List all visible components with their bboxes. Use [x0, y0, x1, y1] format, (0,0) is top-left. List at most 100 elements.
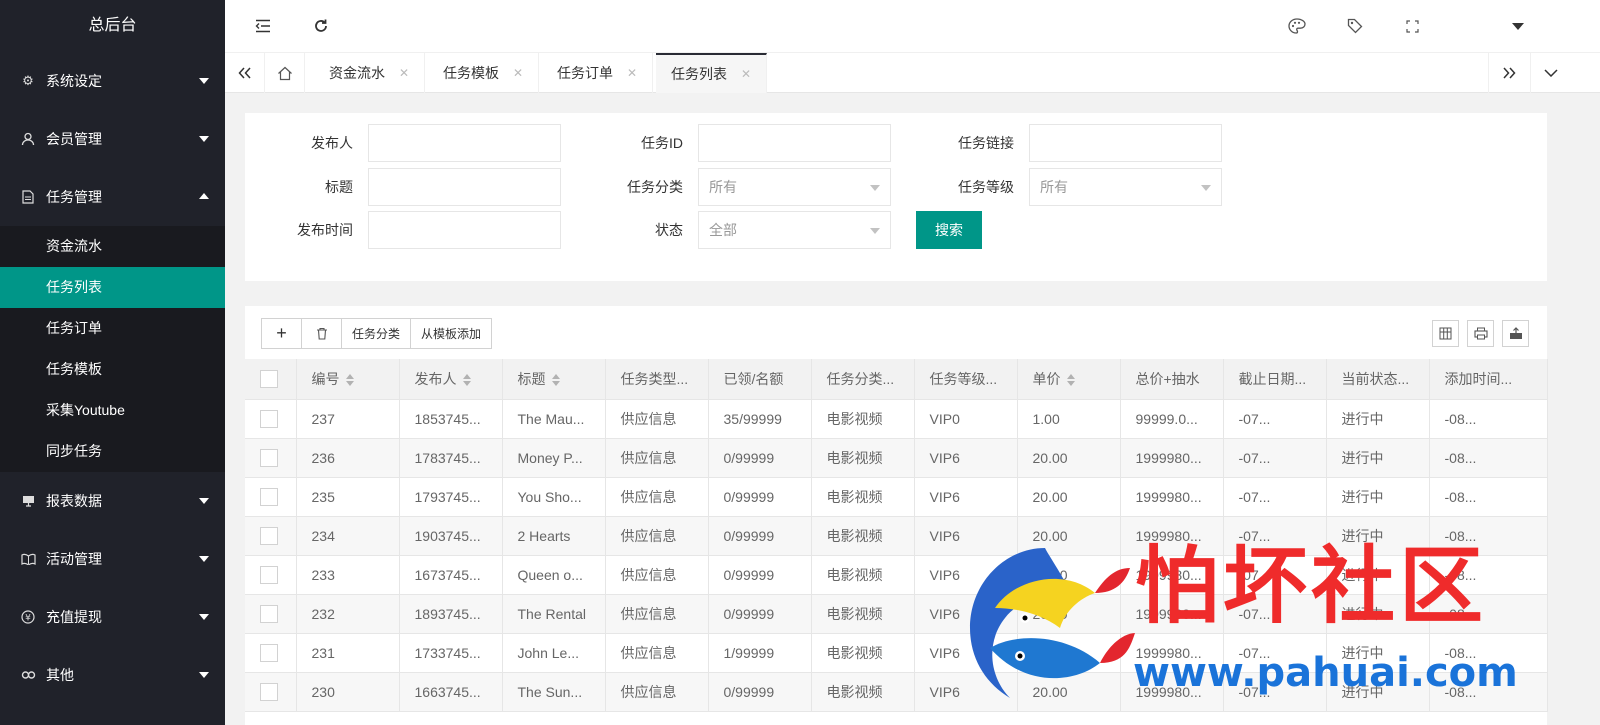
row-checkbox[interactable]	[260, 526, 278, 545]
sidebar-item-activities[interactable]: 活动管理	[0, 530, 225, 588]
table-row[interactable]: 233 1673745... Queen o... 供应信息 0/99999 电影视频 VI…	[245, 555, 1548, 595]
sidebar-item-system-settings[interactable]: ⚙ 系统设定	[0, 52, 225, 110]
table-row[interactable]: 234 1903745... 2 Hearts 供应信息 0/99999 电影视频 VIP6…	[245, 516, 1548, 556]
select-all-checkbox[interactable]	[260, 369, 278, 388]
sidebar-item-task-management[interactable]: 任务管理	[0, 168, 225, 226]
column-label: 添加时间...	[1444, 370, 1513, 387]
tab-task-orders[interactable]: 任务订单 ✕	[542, 53, 654, 93]
search-button[interactable]: 搜索	[916, 211, 982, 249]
columns-filter-button[interactable]	[1432, 320, 1459, 347]
table-cell: -08...	[1429, 399, 1548, 439]
row-checkbox[interactable]	[260, 604, 278, 623]
tab-home[interactable]	[265, 53, 305, 93]
row-checkbox[interactable]	[260, 409, 278, 428]
tabs-scroll-left-button[interactable]	[225, 53, 265, 93]
sidebar-subitem-collect-youtube[interactable]: 采集Youtube	[0, 390, 225, 431]
column-label: 发布人	[414, 370, 457, 387]
table-row[interactable]: 232 1893745... The Rental 供应信息 0/99999 电影视频 VI…	[245, 594, 1548, 634]
column-header[interactable]: 添加时间...	[1429, 359, 1548, 400]
tab-task-list[interactable]: 任务列表 ✕	[656, 53, 768, 93]
column-header[interactable]: 编号	[296, 359, 400, 400]
sidebar-item-member-management[interactable]: 会员管理	[0, 110, 225, 168]
category-select[interactable]: 所有	[698, 168, 891, 206]
row-checkbox[interactable]	[260, 643, 278, 662]
tabs-scroll-right-button[interactable]	[1488, 53, 1528, 93]
row-checkbox[interactable]	[260, 448, 278, 467]
column-header[interactable]: 任务等级...	[914, 359, 1018, 400]
sidebar-subitem-fund-flow[interactable]: 资金流水	[0, 226, 225, 267]
row-checkbox-cell[interactable]	[245, 477, 297, 517]
table-row[interactable]: 230 1663745... The Sun... 供应信息 0/99999 电影视频 VI…	[245, 672, 1548, 712]
chevron-down-icon	[199, 556, 209, 562]
sort-icon[interactable]	[1066, 374, 1077, 387]
sort-icon[interactable]	[462, 374, 473, 387]
sidebar-subitem-task-list[interactable]: 任务列表	[0, 267, 225, 308]
refresh-button[interactable]	[301, 0, 341, 52]
close-icon[interactable]: ✕	[741, 67, 751, 81]
close-icon[interactable]: ✕	[513, 66, 523, 80]
table-cell: 99999.0...	[1120, 399, 1224, 439]
row-checkbox[interactable]	[260, 682, 278, 701]
tabs-menu-button[interactable]	[1530, 53, 1570, 93]
publish-time-label: 发布时间	[297, 222, 353, 238]
publish-time-input[interactable]	[368, 211, 561, 249]
close-icon[interactable]: ✕	[399, 66, 409, 80]
link-icon	[20, 667, 36, 683]
table-cell: 236	[296, 438, 400, 478]
add-from-template-button[interactable]: 从模板添加	[410, 318, 493, 349]
export-button[interactable]	[1502, 320, 1529, 347]
column-header[interactable]: 标题	[502, 359, 606, 400]
table-cell: 20.00	[1017, 477, 1121, 517]
table-cell: 电影视频	[811, 633, 915, 673]
add-button[interactable]: +	[261, 318, 302, 349]
task-id-input[interactable]	[698, 124, 891, 162]
row-checkbox[interactable]	[260, 565, 278, 584]
publisher-input[interactable]	[368, 124, 561, 162]
title-input[interactable]	[368, 168, 561, 206]
collapse-sidebar-button[interactable]	[243, 0, 283, 52]
sidebar-subitem-task-templates[interactable]: 任务模板	[0, 349, 225, 390]
sidebar-subitem-task-orders[interactable]: 任务订单	[0, 308, 225, 349]
row-checkbox[interactable]	[260, 487, 278, 506]
sort-icon[interactable]	[551, 374, 562, 387]
monitor-icon	[20, 493, 36, 509]
status-select[interactable]: 全部	[698, 211, 891, 249]
row-checkbox-cell[interactable]	[245, 633, 297, 673]
select-all-checkbox-cell[interactable]	[245, 359, 297, 400]
user-menu-dropdown[interactable]	[1498, 0, 1538, 52]
table-row[interactable]: 237 1853745... The Mau... 供应信息 35/99999 电影视频 V…	[245, 399, 1548, 439]
column-header[interactable]: 当前状态...	[1326, 359, 1430, 400]
row-checkbox-cell[interactable]	[245, 399, 297, 439]
sidebar-item-reports[interactable]: 报表数据	[0, 472, 225, 530]
tag-button[interactable]	[1335, 0, 1375, 52]
print-button[interactable]	[1467, 320, 1494, 347]
table-row[interactable]: 235 1793745... You Sho... 供应信息 0/99999 电影视频 VI…	[245, 477, 1548, 517]
column-header[interactable]: 任务分类...	[811, 359, 915, 400]
fullscreen-button[interactable]	[1392, 0, 1432, 52]
table-row[interactable]: 236 1783745... Money P... 供应信息 0/99999 电影视频 VI…	[245, 438, 1548, 478]
sidebar-item-recharge-withdraw[interactable]: ¥ 充值提现	[0, 588, 225, 646]
row-checkbox-cell[interactable]	[245, 555, 297, 595]
column-header[interactable]: 任务类型...	[605, 359, 709, 400]
sidebar-subitem-sync-tasks[interactable]: 同步任务	[0, 431, 225, 472]
delete-button[interactable]	[301, 318, 342, 349]
row-checkbox-cell[interactable]	[245, 516, 297, 556]
close-icon[interactable]: ✕	[627, 66, 637, 80]
tab-task-templates[interactable]: 任务模板 ✕	[428, 53, 540, 93]
task-category-button[interactable]: 任务分类	[341, 318, 412, 349]
table-cell: VIP0	[914, 399, 1018, 439]
trash-icon	[316, 327, 327, 340]
row-checkbox-cell[interactable]	[245, 672, 297, 712]
column-header[interactable]: 截止日期...	[1223, 359, 1327, 400]
sort-icon[interactable]	[345, 374, 356, 387]
tab-fund-flow[interactable]: 资金流水 ✕	[314, 53, 426, 93]
row-checkbox-cell[interactable]	[245, 594, 297, 634]
level-select[interactable]: 所有	[1029, 168, 1222, 206]
column-header[interactable]: 单价	[1017, 359, 1121, 400]
table-row[interactable]: 231 1733745... John Le... 供应信息 1/99999 电影视频 VI…	[245, 633, 1548, 673]
sidebar-item-other[interactable]: 其他	[0, 646, 225, 704]
theme-button[interactable]	[1277, 0, 1317, 52]
row-checkbox-cell[interactable]	[245, 438, 297, 478]
task-link-input[interactable]	[1029, 124, 1222, 162]
column-header[interactable]: 发布人	[399, 359, 503, 400]
